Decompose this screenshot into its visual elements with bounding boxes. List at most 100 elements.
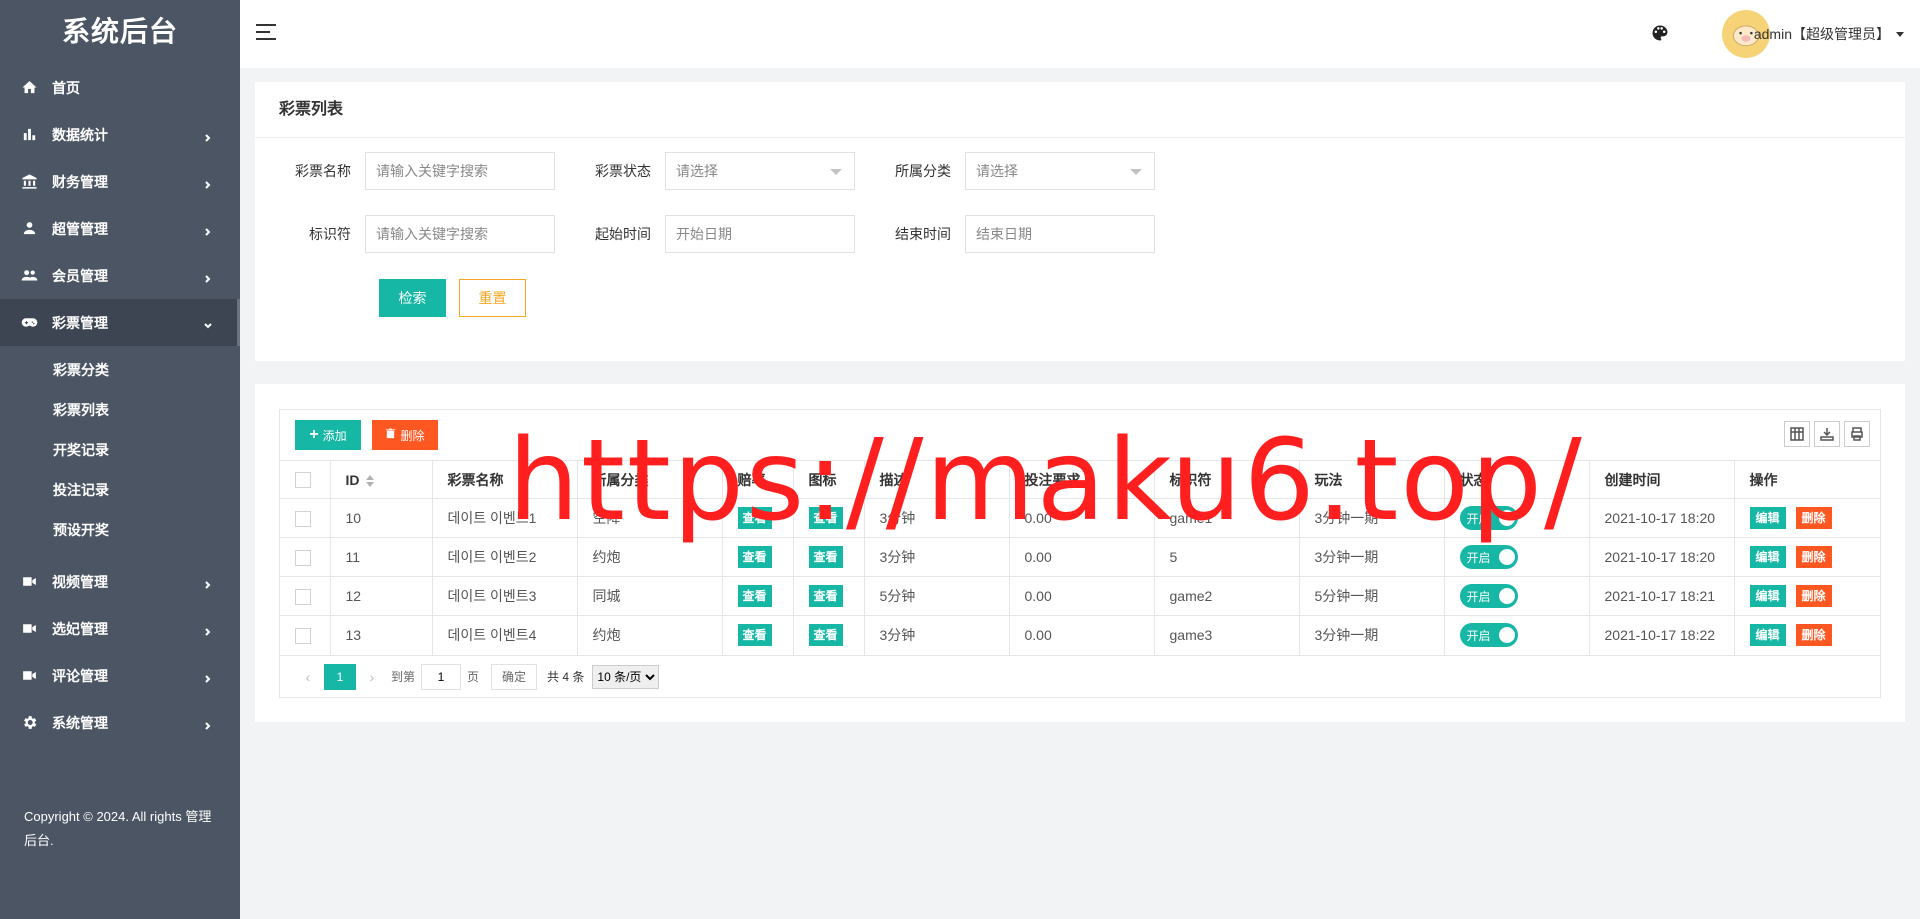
col-icon: 图标 xyxy=(793,460,865,499)
view-odds-button[interactable]: 查看 xyxy=(737,507,772,529)
sidebar-item-finance[interactable]: 财务管理 xyxy=(0,158,240,205)
table-header-row: ID 彩票名称 所属分类 赔率 图标 描述 投注要求 标识符 玩法 状态 创建时… xyxy=(280,460,1880,499)
submenu-item-lottery-list[interactable]: 彩票列表 xyxy=(0,390,240,430)
current-page[interactable]: 1 xyxy=(324,663,356,690)
cell-category: 同城 xyxy=(577,576,723,616)
edit-button[interactable]: 编辑 xyxy=(1749,507,1786,529)
cell-identifier: game3 xyxy=(1154,615,1300,655)
prev-page-icon[interactable]: ‹ xyxy=(295,664,321,690)
lottery-table: ID 彩票名称 所属分类 赔率 图标 描述 投注要求 标识符 玩法 状态 创建时… xyxy=(280,460,1880,655)
status-toggle[interactable]: 开启 xyxy=(1459,506,1518,530)
user-menu[interactable]: admin【超级管理员】 xyxy=(1754,24,1904,44)
status-toggle[interactable]: 开启 xyxy=(1459,623,1518,648)
bar-chart-icon xyxy=(20,126,38,144)
print-icon[interactable] xyxy=(1844,421,1870,447)
sidebar-item-super-admin[interactable]: 超管管理 xyxy=(0,205,240,252)
cell-category: 约炮 xyxy=(577,537,723,577)
edit-button[interactable]: 编辑 xyxy=(1749,585,1786,607)
cell-identifier: game1 xyxy=(1154,498,1300,538)
page-size-select[interactable]: 10 条/页 xyxy=(592,664,660,689)
toggle-label: 开启 xyxy=(1466,511,1491,526)
search-button[interactable]: 检索 xyxy=(379,279,446,317)
export-icon[interactable] xyxy=(1814,421,1840,447)
gamepad-icon xyxy=(20,314,38,332)
menu-toggle-icon[interactable] xyxy=(256,24,276,42)
cell-odds: 查看 xyxy=(722,576,794,616)
next-page-icon[interactable]: › xyxy=(359,664,385,690)
cell-play: 5分钟一期 xyxy=(1299,576,1445,616)
sidebar-item-home[interactable]: 首页 xyxy=(0,64,240,111)
add-button[interactable]: + 添加 xyxy=(295,420,361,450)
chevron-right-icon xyxy=(204,623,212,636)
sidebar-item-comments[interactable]: 评论管理 xyxy=(0,652,240,699)
col-category: 所属分类 xyxy=(577,460,723,499)
palette-icon[interactable] xyxy=(1650,23,1670,43)
submenu-item-preset-draw[interactable]: 预设开奖 xyxy=(0,510,240,550)
col-odds: 赔率 xyxy=(722,460,794,499)
submenu-item-bet-records[interactable]: 投注记录 xyxy=(0,470,240,510)
row-checkbox[interactable] xyxy=(295,549,311,566)
home-icon xyxy=(20,79,38,97)
category-select[interactable]: 请选择 xyxy=(965,152,1155,190)
lottery-name-input[interactable] xyxy=(365,152,555,190)
caret-down-icon xyxy=(1896,31,1904,37)
status-toggle[interactable]: 开启 xyxy=(1459,584,1518,608)
status-toggle[interactable]: 开启 xyxy=(1459,545,1518,569)
sidebar-item-video[interactable]: 视频管理 xyxy=(0,558,240,605)
sidebar-item-members[interactable]: 会员管理 xyxy=(0,252,240,299)
goto-confirm-button[interactable]: 确定 xyxy=(491,663,538,690)
view-icon-button[interactable]: 查看 xyxy=(808,507,843,529)
sidebar-item-label: 彩票管理 xyxy=(52,314,108,331)
view-icon-button[interactable]: 查看 xyxy=(808,546,843,568)
video-icon xyxy=(20,667,38,685)
cell-actions: 编辑 删除 xyxy=(1734,615,1880,655)
row-select-cell xyxy=(280,576,331,616)
row-checkbox[interactable] xyxy=(295,588,311,605)
batch-delete-button[interactable]: 删除 xyxy=(372,420,438,450)
view-odds-button[interactable]: 查看 xyxy=(737,546,772,568)
sidebar-item-system[interactable]: 系统管理 xyxy=(0,699,240,746)
user-name-label: admin【超级管理员】 xyxy=(1753,26,1890,42)
sidebar-item-label: 财务管理 xyxy=(52,173,108,190)
view-odds-button[interactable]: 查看 xyxy=(737,624,772,647)
edit-button[interactable]: 编辑 xyxy=(1749,624,1786,647)
row-checkbox[interactable] xyxy=(295,627,311,644)
submenu-item-draw-records[interactable]: 开奖记录 xyxy=(0,430,240,470)
view-icon-button[interactable]: 查看 xyxy=(808,585,843,607)
page-number-input[interactable] xyxy=(421,663,462,690)
sidebar-item-label: 评论管理 xyxy=(52,667,108,684)
sort-icon[interactable] xyxy=(365,474,374,487)
row-checkbox[interactable] xyxy=(295,510,311,527)
end-date-input[interactable] xyxy=(965,215,1155,253)
lottery-status-select[interactable]: 请选择 xyxy=(665,152,855,190)
total-count: 共 4 条 xyxy=(547,670,585,684)
view-icon-button[interactable]: 查看 xyxy=(808,624,843,647)
sidebar-item-stats[interactable]: 数据统计 xyxy=(0,111,240,158)
table-toolbar: + 添加 删除 xyxy=(280,410,1880,460)
col-id[interactable]: ID xyxy=(330,460,433,499)
delete-button[interactable]: 删除 xyxy=(1795,624,1832,647)
view-odds-button[interactable]: 查看 xyxy=(737,585,772,607)
delete-button[interactable]: 删除 xyxy=(1795,546,1832,568)
search-row-2: 标识符 起始时间 结束时间 xyxy=(255,215,1155,253)
sidebar-item-label: 会员管理 xyxy=(52,267,108,284)
sidebar-item-selection[interactable]: 选妃管理 xyxy=(0,605,240,652)
col-created: 创建时间 xyxy=(1589,460,1735,499)
columns-filter-icon[interactable] xyxy=(1784,421,1810,447)
gear-icon xyxy=(20,714,38,732)
cell-status: 开启 xyxy=(1444,537,1590,577)
sidebar-item-lottery[interactable]: 彩票管理 xyxy=(0,299,240,346)
end-date-label: 结束时间 xyxy=(895,226,951,242)
start-date-input[interactable] xyxy=(665,215,855,253)
sidebar-item-label: 选妃管理 xyxy=(52,620,108,637)
cell-odds: 查看 xyxy=(722,498,794,538)
select-all-checkbox[interactable] xyxy=(295,472,311,489)
reset-button[interactable]: 重置 xyxy=(459,279,526,317)
table-panel: + 添加 删除 ID 彩票名称 所属分类 赔率 图标 描述 投注要求 标识符 玩… xyxy=(255,384,1905,722)
cell-bet-requirement: 0.00 xyxy=(1009,576,1155,616)
identifier-input[interactable] xyxy=(365,215,555,253)
delete-button[interactable]: 删除 xyxy=(1795,507,1832,529)
edit-button[interactable]: 编辑 xyxy=(1749,546,1786,568)
submenu-item-lottery-category[interactable]: 彩票分类 xyxy=(0,350,240,390)
delete-button[interactable]: 删除 xyxy=(1795,585,1832,607)
